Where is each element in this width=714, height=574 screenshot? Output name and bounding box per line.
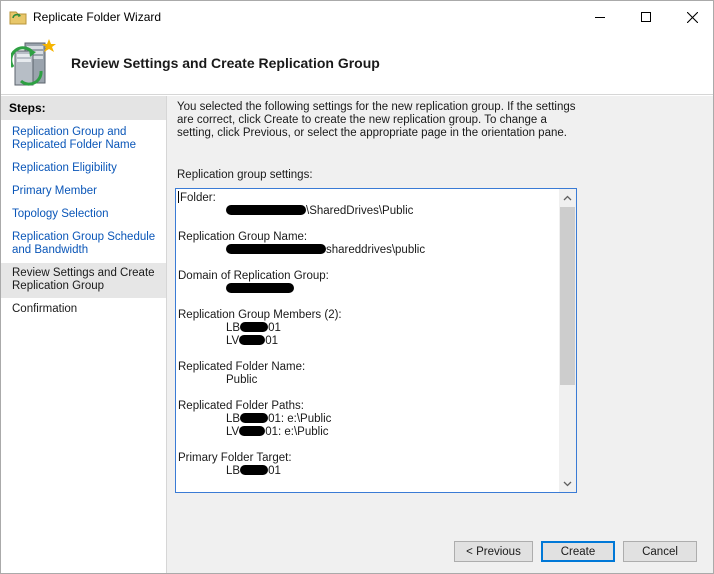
window-title: Replicate Folder Wizard: [33, 10, 162, 24]
redacted-text: [240, 465, 269, 475]
create-button[interactable]: Create: [541, 541, 615, 562]
server-replication-icon: [11, 39, 56, 86]
scroll-down-button[interactable]: [559, 475, 576, 492]
path1-suffix: 01: e:\Public: [268, 413, 332, 425]
step-primary-member[interactable]: Primary Member: [1, 185, 166, 198]
member1-prefix: LB: [226, 322, 241, 334]
replicate-folder-icon: [9, 11, 27, 25]
minimize-icon: [595, 16, 605, 18]
folder-section: Folder: \SharedDrives\Public: [178, 191, 560, 218]
maximize-button[interactable]: [623, 1, 669, 33]
path2-suffix: 01: e:\Public: [265, 426, 329, 438]
settings-textbox[interactable]: Folder: \SharedDrives\Public Replication…: [175, 188, 577, 493]
step-replication-eligibility[interactable]: Replication Eligibility: [1, 162, 166, 175]
title-bar: Replicate Folder Wizard: [1, 1, 713, 33]
domain-section: Domain of Replication Group:: [178, 270, 560, 296]
rf-name-value: Public: [226, 374, 258, 386]
member2-suffix: 01: [265, 335, 279, 347]
vertical-scrollbar[interactable]: [559, 189, 576, 492]
close-button[interactable]: [669, 1, 714, 33]
text-cursor: [178, 191, 179, 203]
settings-content: Folder: \SharedDrives\Public Replication…: [178, 191, 560, 491]
folder-label: Folder:: [180, 192, 216, 204]
step-review-settings[interactable]: Review Settings and Create Replication G…: [1, 263, 166, 298]
step-schedule-bandwidth[interactable]: Replication Group Schedule and Bandwidth: [1, 231, 166, 257]
step-confirmation: Confirmation: [12, 303, 78, 315]
path2-prefix: LV: [226, 426, 240, 438]
chevron-up-icon: [563, 195, 572, 200]
rg-name-section: Replication Group Name: shareddrives\pub…: [178, 231, 560, 257]
intro-text: You selected the following settings for …: [177, 101, 576, 139]
rf-name-section: Replicated Folder Name: Public: [178, 361, 560, 387]
step-replication-group-name[interactable]: Replication Group and Replicated Folder …: [1, 126, 166, 152]
primary-prefix: LB: [226, 465, 241, 477]
scroll-up-button[interactable]: [559, 189, 576, 206]
rf-paths-section: Replicated Folder Paths: LB 01: e:\Public…: [178, 400, 560, 439]
redacted-text: [240, 322, 269, 332]
domain-label: Domain of Replication Group:: [178, 270, 329, 282]
path1-prefix: LB: [226, 413, 241, 425]
primary-label: Primary Folder Target:: [178, 452, 292, 464]
settings-label: Replication group settings:: [177, 169, 313, 181]
steps-heading: Steps:: [1, 96, 166, 120]
maximize-icon: [641, 12, 651, 22]
wizard-window: Replicate Folder Wizard Review Settings …: [0, 0, 714, 574]
wizard-header: Review Settings and Create Replication G…: [1, 33, 713, 95]
steps-pane: Steps: Replication Group and Replicated …: [1, 96, 167, 573]
folder-value: \SharedDrives\Public: [306, 205, 414, 217]
step-topology-selection[interactable]: Topology Selection: [1, 208, 166, 221]
previous-button[interactable]: < Previous: [454, 541, 533, 562]
member1-suffix: 01: [268, 322, 281, 334]
cancel-button[interactable]: Cancel: [623, 541, 697, 562]
chevron-down-icon: [563, 481, 572, 486]
main-pane: You selected the following settings for …: [167, 96, 713, 573]
minimize-button[interactable]: [577, 1, 623, 33]
rf-paths-label: Replicated Folder Paths:: [178, 400, 304, 412]
rg-name-label: Replication Group Name:: [178, 231, 308, 243]
redacted-text: [239, 335, 266, 345]
members-section: Replication Group Members (2): LB 01 LV 01: [178, 309, 560, 348]
rf-name-label: Replicated Folder Name:: [178, 361, 306, 373]
redacted-text: [226, 205, 306, 215]
member2-prefix: LV: [226, 335, 240, 347]
members-label: Replication Group Members (2):: [178, 309, 342, 321]
page-title: Review Settings and Create Replication G…: [71, 55, 380, 71]
redacted-text: [226, 283, 294, 293]
redacted-text: [240, 413, 269, 423]
primary-section: Primary Folder Target: LB 01: [178, 452, 560, 478]
redacted-text: [226, 244, 326, 254]
rg-name-value: shareddrives\public: [326, 244, 426, 256]
primary-suffix: 01: [268, 465, 281, 477]
scroll-thumb[interactable]: [560, 207, 575, 385]
redacted-text: [239, 426, 266, 436]
close-icon: [686, 11, 698, 23]
